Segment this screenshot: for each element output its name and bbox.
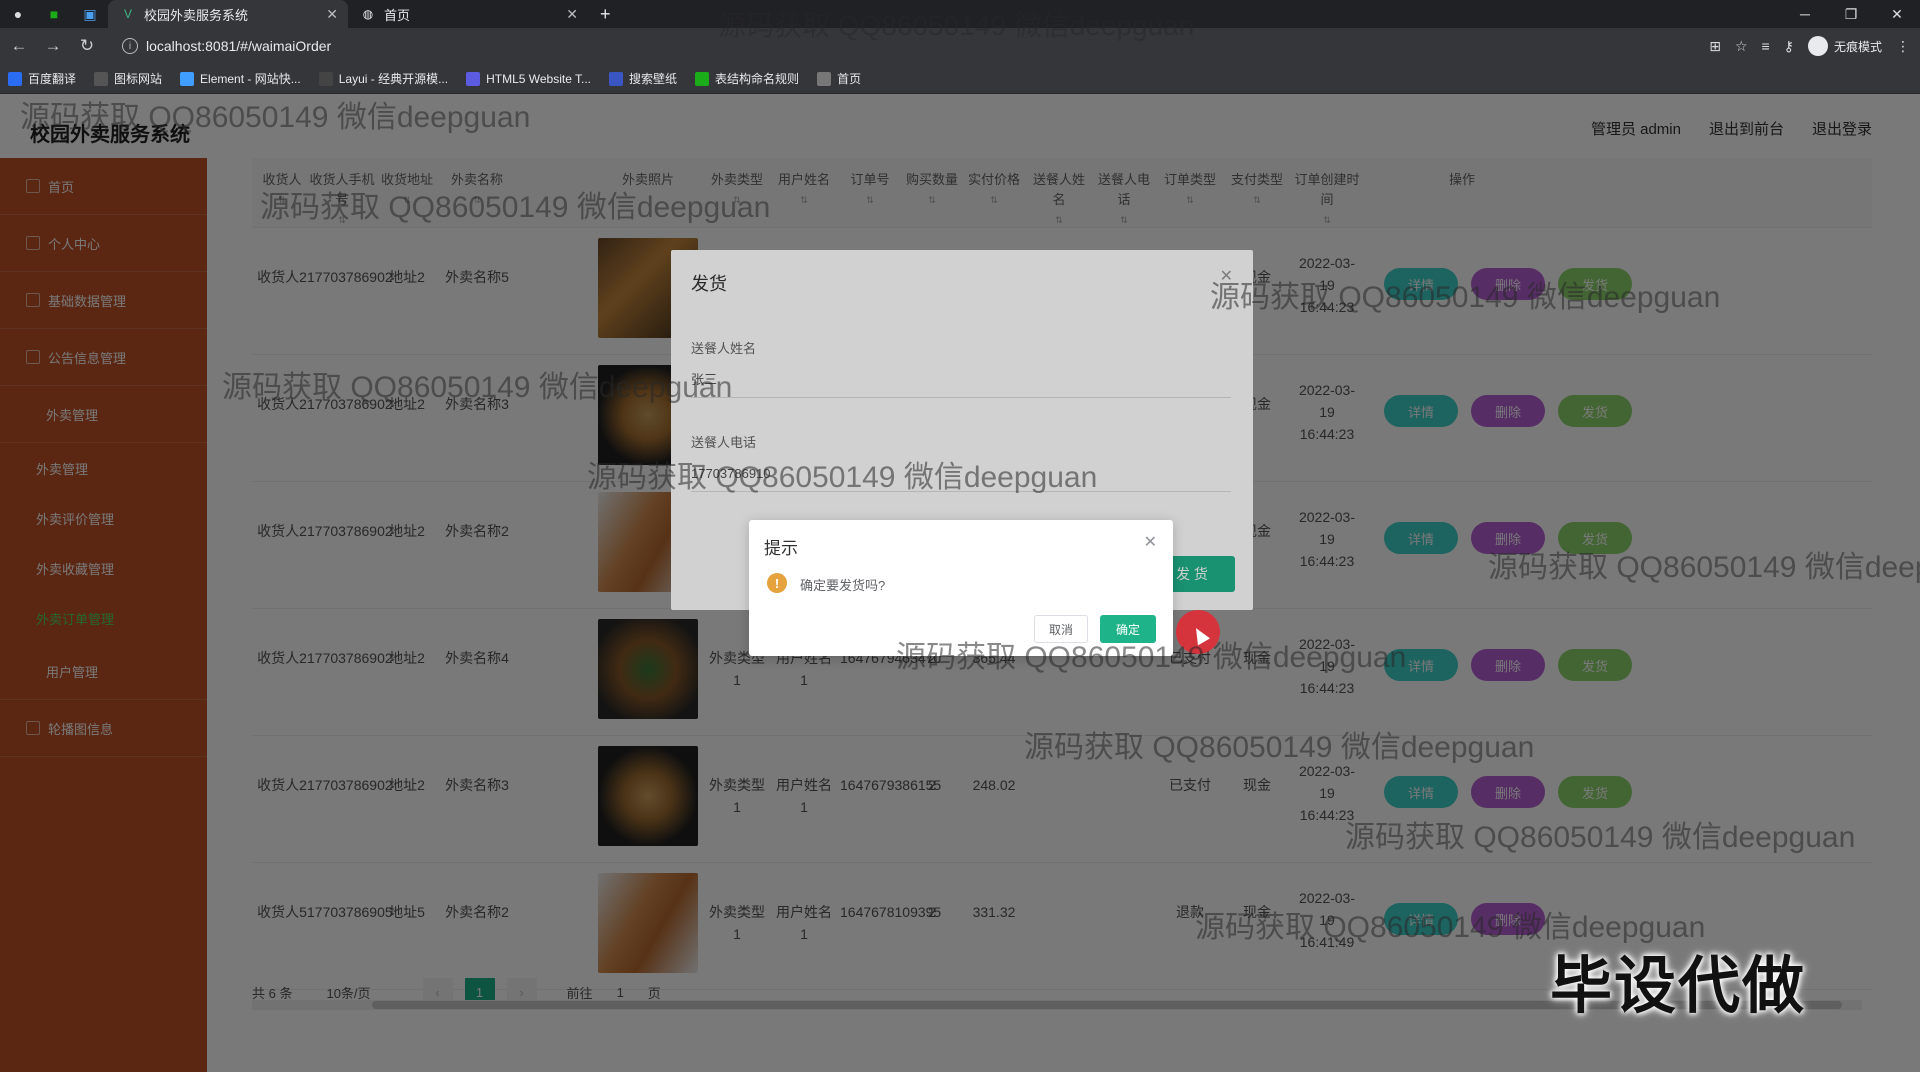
bookmark-item[interactable]: 百度翻译 <box>8 70 76 87</box>
close-icon[interactable]: ✕ <box>1144 532 1157 552</box>
devtools-icon[interactable]: ▣ <box>72 0 108 28</box>
bookmark-icon <box>8 71 22 86</box>
url-field[interactable]: i localhost:8081/#/waimaiOrder <box>112 32 1642 60</box>
tab-label: 首页 <box>384 7 411 23</box>
tab-close-icon[interactable]: ✕ <box>326 6 338 23</box>
bookmark-icon <box>466 71 481 86</box>
incognito-avatar-icon <box>1807 36 1828 56</box>
reload-icon[interactable]: ↻ <box>72 31 102 61</box>
bookmark-item[interactable]: Layui - 经典开源模... <box>318 70 449 87</box>
confirm-button[interactable]: 确定 <box>1100 615 1156 643</box>
restore-icon[interactable]: ❐ <box>1828 0 1874 28</box>
warning-icon: ! <box>767 573 787 593</box>
reading-list-icon[interactable]: ≡ <box>1762 38 1770 54</box>
bookmark-label: 搜索壁纸 <box>629 72 678 86</box>
bookmark-icon <box>180 71 195 86</box>
url-text: localhost:8081/#/waimaiOrder <box>146 38 332 54</box>
bookmark-label: HTML5 Website T... <box>486 71 592 86</box>
bookmarks-bar: 百度翻译 图标网站 Element - 网站快... Layui - 经典开源模...… <box>0 64 1920 94</box>
bookmark-item[interactable]: HTML5 Website T... <box>466 71 592 86</box>
bookmark-label: 百度翻译 <box>28 72 77 86</box>
messagebox-title: 提示 <box>764 539 798 558</box>
bookmark-label: Layui - 经典开源模... <box>338 72 449 86</box>
bookmark-icon <box>695 71 710 86</box>
messagebox-message: 确定要发货吗? <box>800 578 886 593</box>
bookmark-label: 图标网站 <box>114 72 163 86</box>
incognito-label: 无痕模式 <box>1833 39 1882 54</box>
bookmark-item[interactable]: 图标网站 <box>94 70 162 87</box>
bookmark-item[interactable]: 表结构命名规则 <box>695 70 799 87</box>
bookmark-label: Element - 网站快... <box>200 72 301 86</box>
cancel-button[interactable]: 取消 <box>1034 615 1088 643</box>
bookmark-icon <box>94 71 109 86</box>
browser-tabbar: ● ■ ▣ V 校园外卖服务系统 ✕ ◍ 首页 ✕ + ─ ❐ ✕ <box>0 0 1920 28</box>
bookmark-item[interactable]: Element - 网站快... <box>180 70 301 87</box>
incognito-badge[interactable]: 无痕模式 <box>1807 36 1882 56</box>
confirm-messagebox: 提示 ✕ ! 确定要发货吗? 取消 确定 <box>749 520 1173 656</box>
minimize-icon[interactable]: ─ <box>1782 0 1828 28</box>
key-icon[interactable]: ⚷ <box>1784 38 1794 55</box>
bookmark-label: 首页 <box>837 72 862 86</box>
tab-active[interactable]: V 校园外卖服务系统 ✕ <box>108 0 348 28</box>
tab-close-icon[interactable]: ✕ <box>566 6 578 23</box>
app-icon[interactable]: ■ <box>36 0 72 28</box>
bookmark-item[interactable]: 搜索壁纸 <box>609 70 677 87</box>
bookmark-item[interactable]: 首页 <box>817 70 861 87</box>
star-icon[interactable]: ☆ <box>1735 38 1748 55</box>
translate-icon[interactable]: ⊞ <box>1709 38 1721 55</box>
browser-menu-icon[interactable]: ● <box>0 0 36 28</box>
address-actions: ⊞ ☆ ≡ ⚷ 无痕模式 ⋮ <box>1709 28 1910 64</box>
more-menu-icon[interactable]: ⋮ <box>1896 38 1910 55</box>
back-icon[interactable]: ← <box>4 31 34 61</box>
address-bar: ← → ↻ i localhost:8081/#/waimaiOrder ⊞ ☆… <box>0 28 1920 64</box>
tab-inactive[interactable]: ◍ 首页 ✕ <box>348 0 588 28</box>
vue-icon: V <box>123 7 132 21</box>
info-icon[interactable]: i <box>122 38 138 54</box>
forward-icon[interactable]: → <box>38 31 68 61</box>
bookmark-label: 表结构命名规则 <box>715 72 800 86</box>
bookmark-icon <box>817 71 832 86</box>
bookmark-icon <box>318 71 333 86</box>
big-watermark: 毕设代做 <box>1550 952 1807 1021</box>
bookmark-icon <box>609 71 624 86</box>
window-controls: ─ ❐ ✕ <box>1782 0 1920 28</box>
new-tab-icon[interactable]: + <box>588 4 623 25</box>
tab-label: 校园外卖服务系统 <box>144 7 249 23</box>
globe-icon: ◍ <box>362 7 374 21</box>
close-window-icon[interactable]: ✕ <box>1874 0 1920 28</box>
